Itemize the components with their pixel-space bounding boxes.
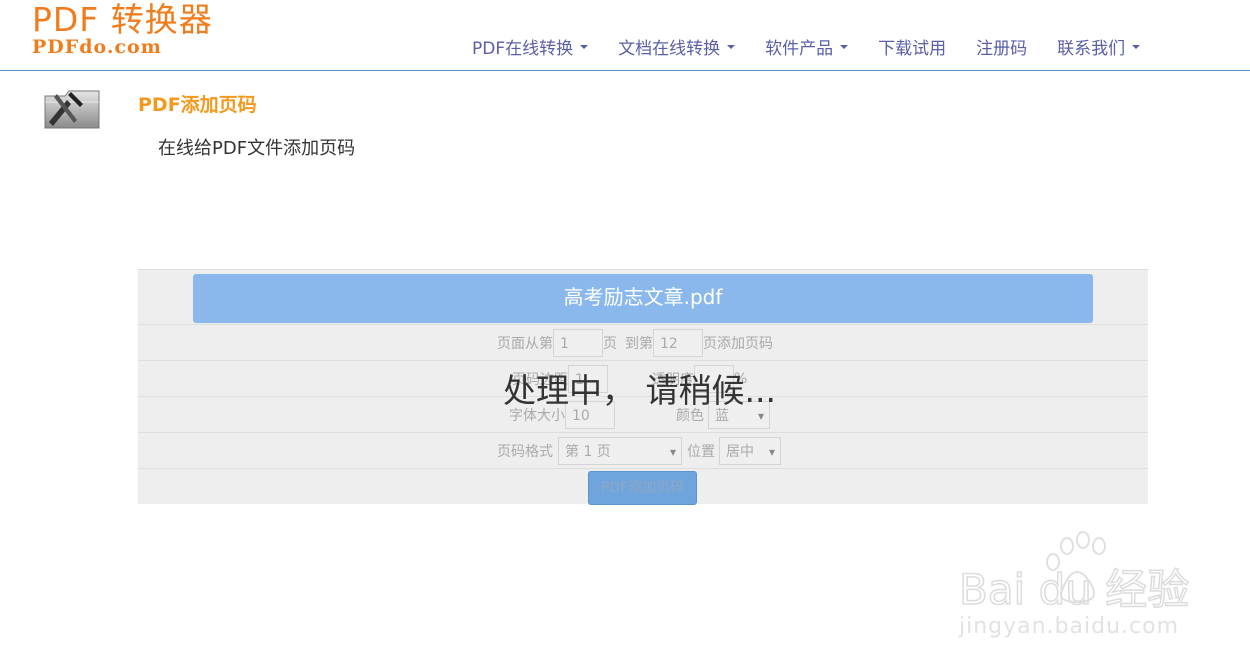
- nav-doc-convert[interactable]: 文档在线转换: [618, 34, 736, 59]
- logo-main-text: PDF 转换器: [32, 0, 213, 39]
- add-page-number-button[interactable]: PDF添加页码: [588, 471, 697, 505]
- nav-pdf-convert[interactable]: PDF在线转换: [472, 34, 589, 59]
- caret-down-icon: [580, 44, 589, 49]
- from-page-input[interactable]: 1: [553, 329, 603, 357]
- page-title: PDF添加页码: [138, 94, 257, 116]
- nav-contact[interactable]: 联系我们: [1057, 34, 1141, 59]
- range-page-label: 页: [603, 336, 617, 352]
- nav-label: 联系我们: [1057, 39, 1126, 59]
- nav-label: 下载试用: [878, 39, 947, 59]
- site-header: PDF 转换器 PDFdo.com PDF在线转换 文档在线转换 软件产品 下载…: [0, 0, 1250, 71]
- format-select-value: 第 1 页: [565, 444, 611, 460]
- position-select-value: 居中: [726, 444, 754, 460]
- nav-label: 软件产品: [765, 39, 834, 59]
- page-description: 在线给PDF文件添加页码: [158, 138, 356, 159]
- caret-down-icon: [727, 44, 736, 49]
- nav-software[interactable]: 软件产品: [765, 34, 849, 59]
- nav-label: 注册码: [976, 39, 1028, 59]
- range-to-label: 到第: [625, 336, 653, 352]
- caret-down-icon: [1132, 44, 1141, 49]
- nav-label: 文档在线转换: [618, 39, 721, 59]
- watermark-url: jingyan.baidu.com: [959, 614, 1180, 639]
- caret-down-icon: [840, 44, 849, 49]
- logo-sub-text: PDFdo.com: [32, 36, 162, 58]
- watermark-brand: Bai du 经验: [959, 565, 1189, 614]
- margin-row: 页码边距 1 透明度 %: [138, 360, 1148, 393]
- format-row: 页码格式 第 1 页 位置 居中: [138, 432, 1148, 466]
- range-suffix-label: 页添加页码: [703, 336, 773, 352]
- position-select[interactable]: 居中: [719, 437, 781, 466]
- site-logo[interactable]: PDF 转换器 PDFdo.com: [32, 0, 213, 58]
- nav-download[interactable]: 下载试用: [878, 34, 946, 59]
- nav-label: PDF在线转换: [472, 39, 574, 59]
- format-select[interactable]: 第 1 页: [558, 437, 682, 466]
- range-row: 页面从第 1 页 到第 12 页添加页码: [138, 324, 1148, 357]
- position-label: 位置: [687, 444, 715, 460]
- nav-register-code[interactable]: 注册码: [976, 34, 1027, 59]
- pen-ruler-folder-icon: [44, 90, 100, 129]
- processing-overlay-text: 处理中， 请稍候...: [503, 371, 776, 410]
- submit-row: [138, 468, 1148, 469]
- to-page-input[interactable]: 12: [653, 329, 703, 357]
- range-prefix-label: 页面从第: [497, 336, 553, 352]
- main-nav: PDF在线转换 文档在线转换 软件产品 下载试用 注册码 联系我们: [472, 34, 1170, 59]
- file-name-banner[interactable]: 高考励志文章.pdf: [193, 274, 1093, 323]
- format-label: 页码格式: [497, 444, 553, 460]
